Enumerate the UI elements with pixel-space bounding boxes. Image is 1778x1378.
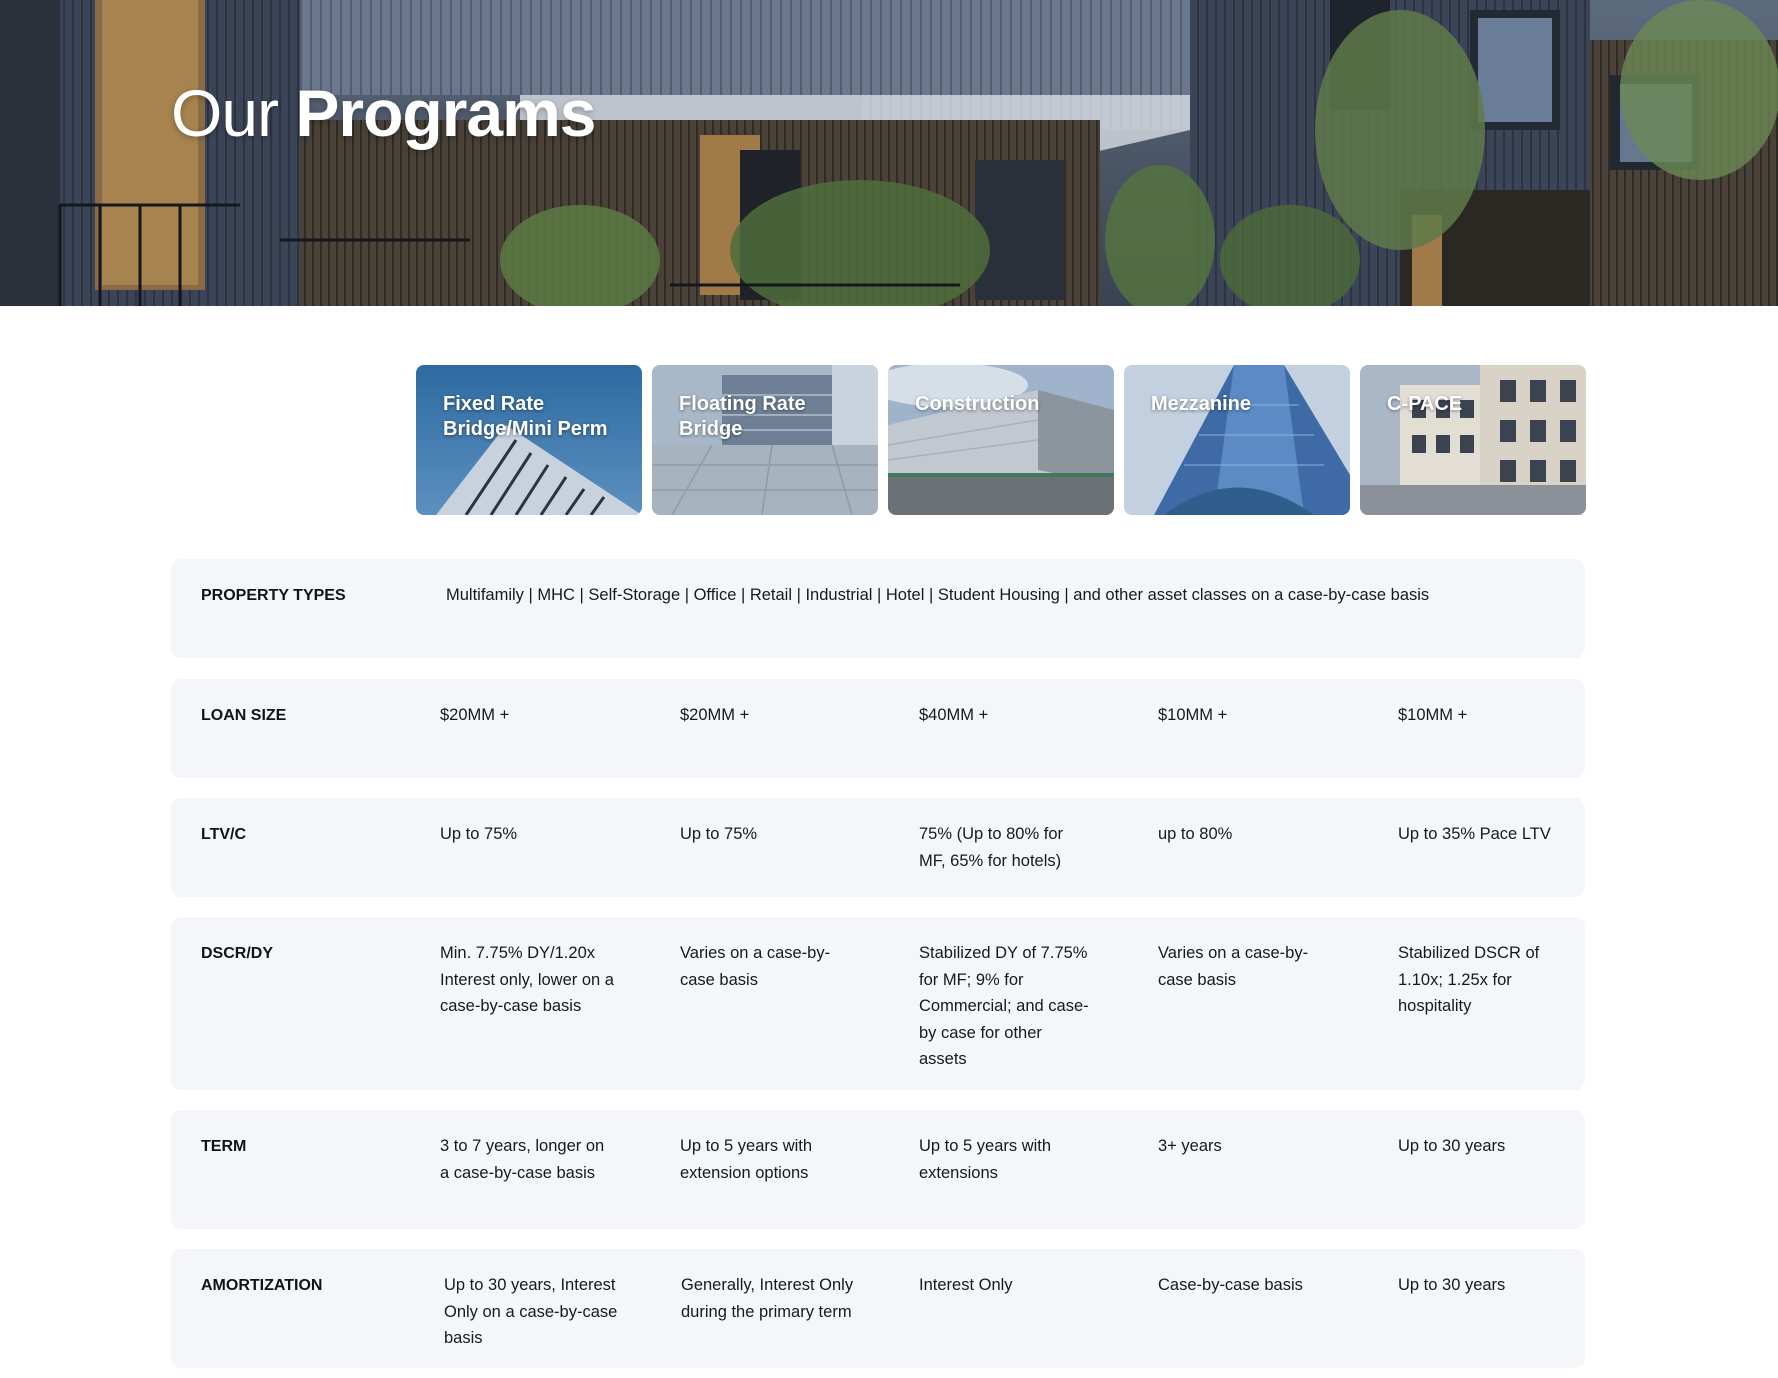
program-card-label: Floating Rate Bridge	[679, 393, 806, 440]
row-property-types: PROPERTY TYPES Multifamily | MHC | Self-…	[171, 559, 1585, 658]
glass-tower-photo	[1124, 365, 1350, 515]
term-mezzanine: 3+ years	[1158, 1137, 1222, 1155]
ltv-floating-rate: Up to 75%	[680, 825, 758, 843]
amortization-construction: Interest Only	[919, 1276, 1013, 1294]
amortization-floating-rate: Generally, Interest Only during the prim…	[681, 1276, 854, 1321]
loan-size-fixed-rate: $20MM +	[440, 706, 510, 724]
dscr-fixed-rate: Min. 7.75% DY/1.20x Interest only, lower…	[440, 944, 614, 1016]
hero-townhouse-photo	[0, 0, 1778, 306]
warehouse-photo	[888, 365, 1114, 515]
row-header: PROPERTY TYPES	[201, 587, 346, 604]
row-header: LOAN SIZE	[201, 707, 287, 724]
row-term: TERM 3 to 7 years, longer on a case-by-c…	[171, 1110, 1585, 1229]
program-card-label: Mezzanine	[1151, 393, 1252, 415]
row-header: DSCR/DY	[201, 945, 274, 962]
loan-size-c-pace: $10MM +	[1398, 706, 1468, 724]
program-card-label: Construction	[915, 393, 1040, 415]
program-card-label: Fixed Rate Bridge/Mini Perm	[443, 393, 608, 440]
row-loan-size: LOAN SIZE $20MM + $20MM + $40MM + $10MM …	[171, 679, 1585, 778]
term-fixed-rate: 3 to 7 years, longer on a case-by-case b…	[440, 1137, 605, 1182]
program-card-label: C-PACE	[1387, 393, 1463, 415]
ltv-c-pace: Up to 35% Pace LTV	[1398, 825, 1551, 843]
property-types-value: Multifamily | MHC | Self-Storage | Offic…	[446, 586, 1430, 604]
page-title-light: Our	[171, 76, 279, 150]
amortization-mezzanine: Case-by-case basis	[1158, 1276, 1303, 1294]
ltv-fixed-rate: Up to 75%	[440, 825, 518, 843]
program-card-c-pace[interactable]: C-PACE	[1360, 365, 1586, 515]
row-dscr: DSCR/DY Min. 7.75% DY/1.20x Interest onl…	[171, 917, 1585, 1090]
ltv-mezzanine: up to 80%	[1158, 825, 1233, 843]
program-card-fixed-rate-bridge[interactable]: Fixed Rate Bridge/Mini Perm	[416, 365, 642, 515]
page-title-bold: Programs	[295, 76, 596, 150]
amortization-fixed-rate: Up to 30 years, Interest Only on a case-…	[444, 1276, 618, 1348]
dscr-floating-rate: Varies on a case-by-case basis	[680, 944, 831, 989]
ltv-construction: 75% (Up to 80% for MF, 65% for hotels)	[919, 825, 1063, 870]
row-amortization: AMORTIZATION Up to 30 years, Interest On…	[171, 1249, 1585, 1368]
loan-size-construction: $40MM +	[919, 706, 989, 724]
program-card-construction[interactable]: Construction	[888, 365, 1114, 515]
hero-banner: Our Programs	[0, 0, 1778, 306]
loan-size-floating-rate: $20MM +	[680, 706, 750, 724]
term-c-pace: Up to 30 years	[1398, 1137, 1506, 1155]
loan-size-mezzanine: $10MM +	[1158, 706, 1228, 724]
row-ltv: LTV/C Up to 75% Up to 75% 75% (Up to 80%…	[171, 798, 1585, 897]
program-card-floating-rate-bridge[interactable]: Floating Rate Bridge	[652, 365, 878, 515]
row-header: LTV/C	[201, 826, 247, 843]
dscr-construction: Stabilized DY of 7.75% for MF; 9% for Co…	[919, 944, 1089, 1069]
townhouse-facade-photo	[1360, 365, 1586, 515]
term-floating-rate: Up to 5 years with extension options	[680, 1137, 813, 1182]
dscr-c-pace: Stabilized DSCR of 1.10x; 1.25x for hosp…	[1398, 944, 1540, 1016]
term-construction: Up to 5 years with extensions	[919, 1137, 1052, 1182]
program-cards: Fixed Rate Bridge/Mini Perm Floating Rat…	[416, 365, 1586, 515]
amortization-c-pace: Up to 30 years	[1398, 1276, 1506, 1294]
row-header: AMORTIZATION	[201, 1277, 323, 1294]
dscr-mezzanine: Varies on a case-by-case basis	[1158, 944, 1309, 989]
program-card-mezzanine[interactable]: Mezzanine	[1124, 365, 1350, 515]
row-header: TERM	[201, 1138, 247, 1155]
page-title: Our Programs	[171, 74, 597, 152]
